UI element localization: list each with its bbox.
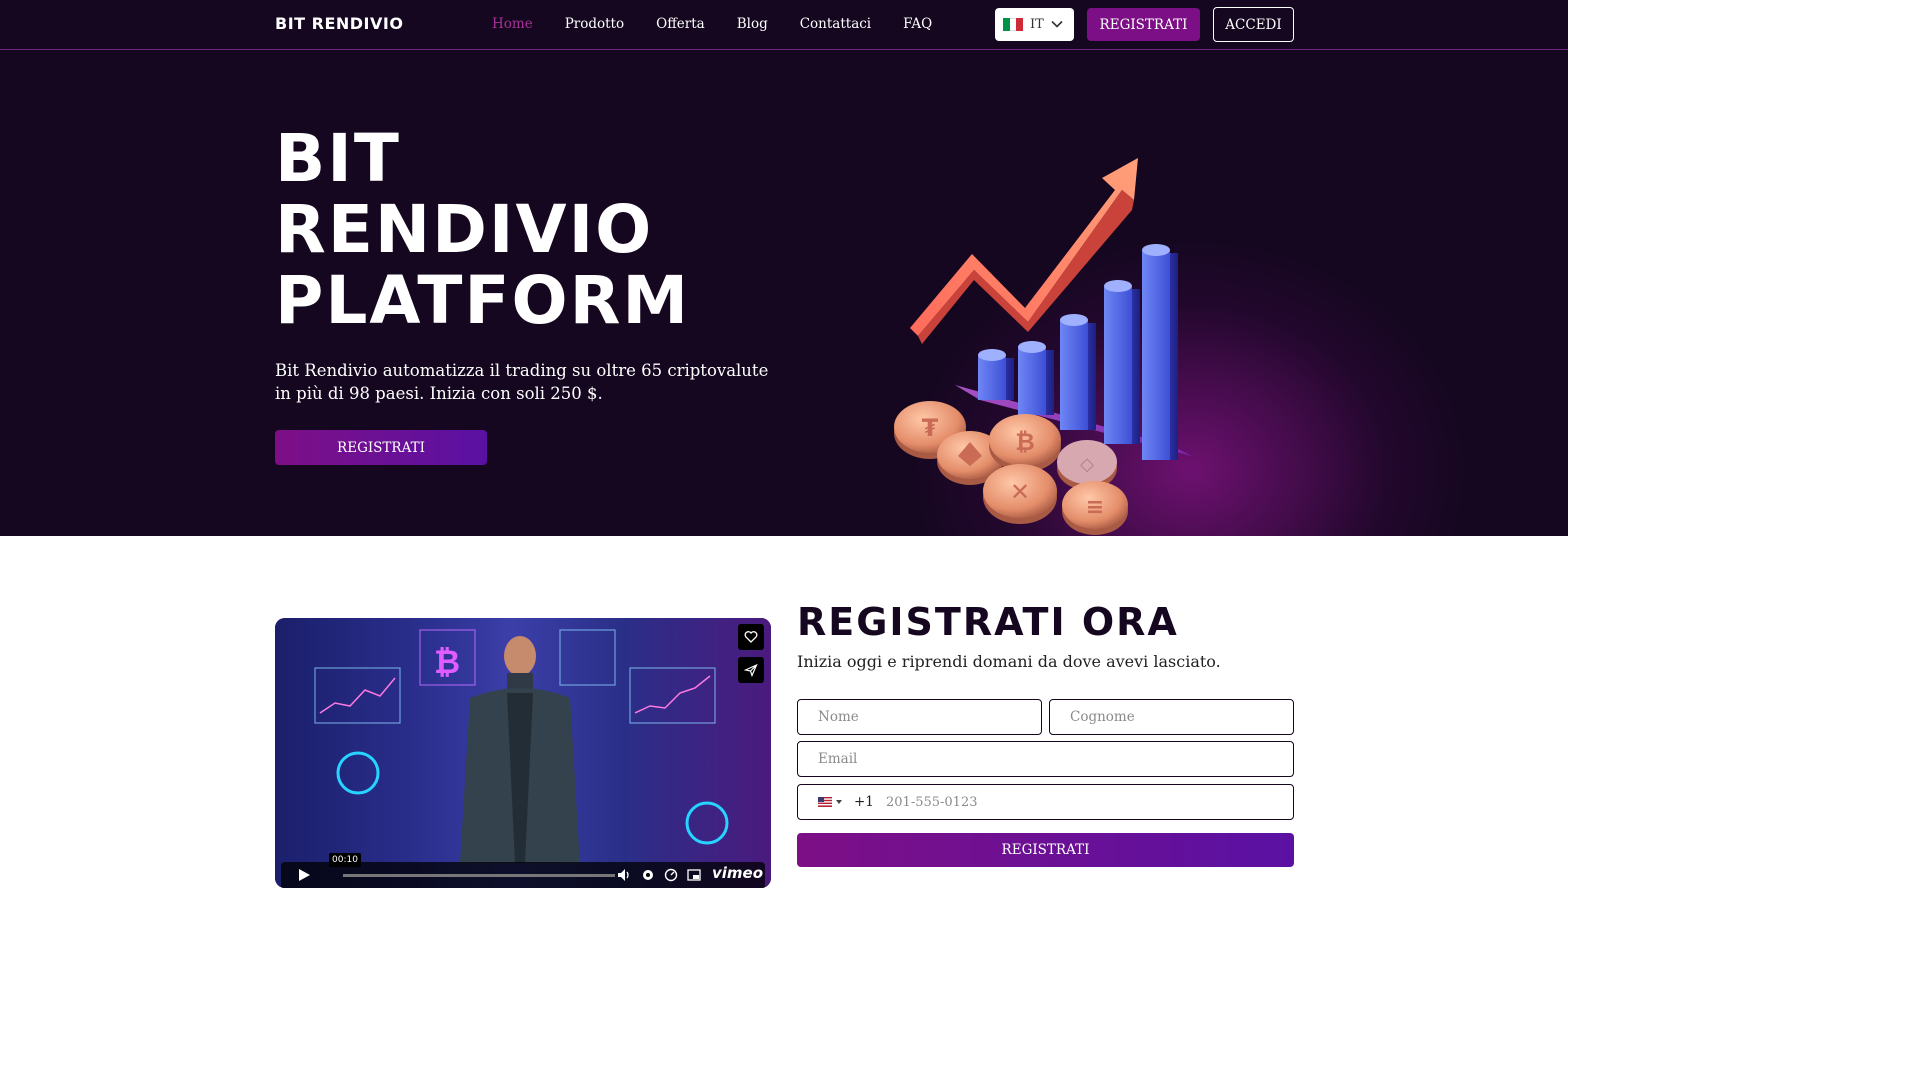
svg-text:≡: ≡ [1086, 495, 1104, 520]
volume-icon[interactable] [617, 868, 631, 882]
form-register-button[interactable]: REGISTRATI [797, 833, 1294, 867]
hero-section: BIT RENDIVIO PLATFORM Bit Rendivio autom… [0, 50, 1568, 536]
phone-field[interactable]: +1 [797, 784, 1294, 820]
settings-icon[interactable] [641, 868, 655, 882]
svg-text:₿: ₿ [434, 643, 460, 681]
video-time-tooltip: 00:10 [329, 853, 361, 867]
chevron-down-icon [1051, 20, 1063, 28]
hero-title-line-3: PLATFORM [275, 262, 691, 339]
hero-subtitle: Bit Rendivio automatizza il trading su o… [275, 361, 769, 403]
hero-title: BIT RENDIVIO PLATFORM [275, 123, 690, 336]
last-name-field[interactable] [1049, 699, 1294, 735]
svg-text:₿: ₿ [1015, 428, 1035, 456]
hero-title-line-1: BIT [275, 120, 401, 197]
vimeo-logo[interactable]: vimeo [712, 864, 763, 882]
svg-text:₮: ₮ [922, 414, 939, 442]
svg-text:✕: ✕ [1010, 478, 1030, 506]
country-dropdown-caret-icon[interactable] [836, 800, 842, 804]
hero-title-line-2: RENDIVIO [275, 191, 654, 268]
play-icon[interactable] [297, 868, 311, 882]
hero-register-button[interactable]: REGISTRATI [275, 430, 487, 465]
heart-icon[interactable] [738, 624, 764, 650]
register-button-top[interactable]: REGISTRATI [1087, 8, 1200, 41]
video-scene-graphics: ₿ [314, 629, 729, 863]
language-selector[interactable]: IT [995, 8, 1074, 41]
login-button[interactable]: ACCEDI [1213, 7, 1294, 42]
main-menu: Home Prodotto Offerta Blog Contattaci FA… [492, 16, 964, 32]
italy-flag-icon [1003, 18, 1024, 31]
nav-link-prodotto[interactable]: Prodotto [565, 16, 624, 32]
phone-input[interactable] [886, 786, 1286, 818]
nav-link-home[interactable]: Home [492, 16, 533, 32]
register-form-title: REGISTRATI ORA [797, 600, 1179, 644]
nav-link-offerta[interactable]: Offerta [656, 16, 705, 32]
promo-video-player[interactable]: ₿ vimeo [275, 618, 771, 888]
send-icon[interactable] [738, 657, 764, 683]
pip-icon[interactable] [687, 868, 701, 882]
speed-icon[interactable] [664, 868, 678, 882]
first-name-field[interactable] [797, 699, 1042, 735]
rising-chart-and-crypto-coins-illustration: ₮ ₿ ◇ ✕ ≡ [894, 158, 1192, 535]
svg-text:◇: ◇ [1080, 454, 1094, 475]
email-field[interactable] [797, 741, 1294, 777]
phone-country-code: +1 [854, 794, 874, 810]
nav-link-contattaci[interactable]: Contattaci [800, 16, 871, 32]
nav-link-blog[interactable]: Blog [737, 16, 768, 32]
register-form-subtitle: Inizia oggi e riprendi domani da dove av… [797, 652, 1221, 671]
us-flag-icon[interactable] [818, 797, 832, 807]
brand-logo[interactable]: BIT RENDIVIO [275, 14, 403, 33]
language-code: IT [1030, 17, 1044, 32]
nav-link-faq[interactable]: FAQ [903, 16, 932, 32]
top-navbar: BIT RENDIVIO Home Prodotto Offerta Blog … [0, 0, 1568, 50]
video-progress-track[interactable] [343, 874, 615, 877]
